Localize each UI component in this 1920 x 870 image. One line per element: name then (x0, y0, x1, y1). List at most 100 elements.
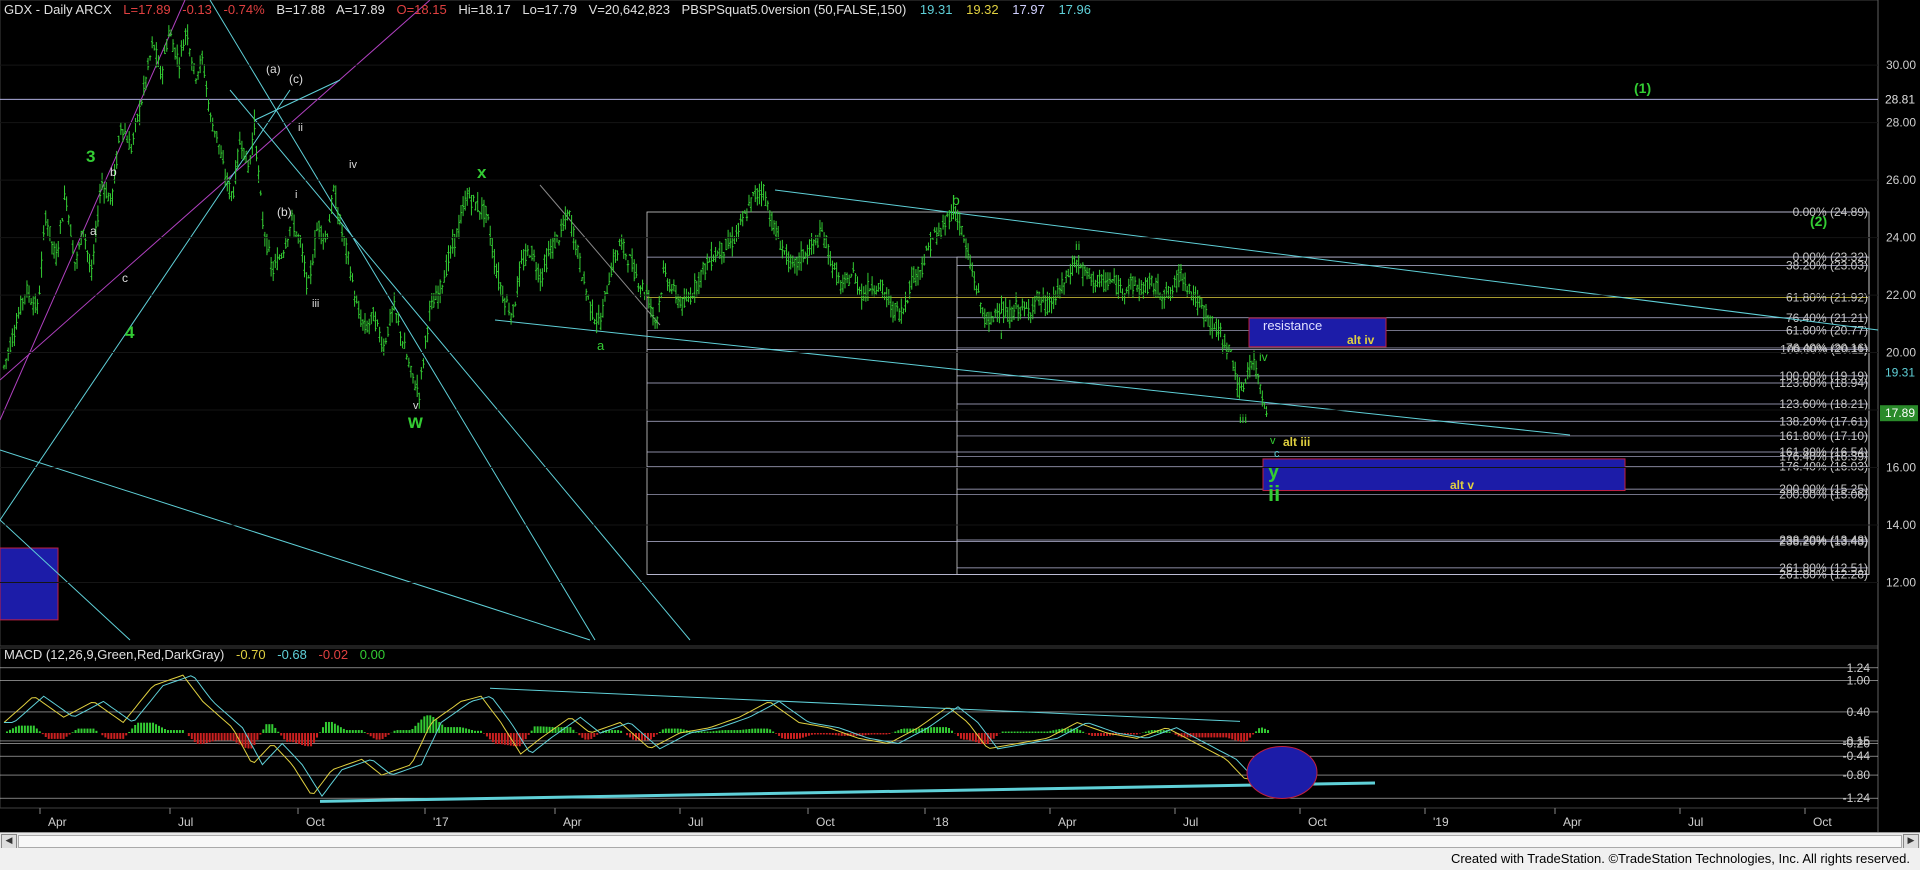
wave-label: c (122, 271, 128, 285)
fib-label: 138.20% (17.61) (1779, 414, 1868, 428)
wave-label: 4 (125, 323, 135, 342)
wave-label: iii (1239, 412, 1247, 426)
wave-label: ii (1075, 239, 1080, 253)
time-tick-label: Apr (48, 815, 67, 829)
wave-label: i (295, 189, 297, 201)
header-study: PBSPSquat5.0version (50,FALSE,150) (682, 2, 907, 17)
fib-label: 61.80% (21.92) (1786, 290, 1868, 304)
wave-label: i (1000, 328, 1003, 342)
price-tick-label: 20.00 (1886, 346, 1916, 360)
macd-value-3: -0.02 (319, 647, 349, 662)
macd-header: MACD (12,26,9,Green,Red,DarkGray) -0.70 … (4, 647, 385, 662)
time-tick-label: Oct (816, 815, 835, 829)
chart-header: GDX - Daily ARCX L=17.89 -0.13 -0.74% B=… (4, 2, 1091, 17)
header-change: -0.13 (182, 2, 212, 17)
wave-label: iv (349, 159, 357, 171)
wave-label: (b) (277, 205, 292, 219)
macd-label: MACD (12,26,9,Green,Red,DarkGray) (4, 647, 224, 662)
alt-iv-label: alt iv (1347, 333, 1375, 347)
price-tick-label: 16.00 (1886, 461, 1916, 475)
time-tick-label: Oct (1308, 815, 1327, 829)
credit-text: Created with TradeStation. ©TradeStation… (1450, 851, 1910, 866)
study-value-3: 17.97 (1012, 2, 1045, 17)
left-box (0, 547, 59, 621)
time-tick-label: Jul (1688, 815, 1703, 829)
alt-iii-label: alt iii (1283, 435, 1310, 449)
header-high: Hi=18.17 (458, 2, 510, 17)
header-symbol: GDX - Daily ARCX (4, 2, 112, 17)
scroll-left-icon[interactable]: ◀ (1, 834, 17, 849)
time-tick-label: Apr (563, 815, 582, 829)
fib-label: 238.20% (13.43) (1779, 534, 1868, 548)
fib-label: 200.00% (15.06) (1779, 488, 1868, 502)
wave-label: (2) (1810, 213, 1827, 229)
scroll-thumb[interactable] (18, 835, 1902, 848)
wave-label: a (90, 224, 97, 238)
fib-label: 261.80% (12.28) (1779, 567, 1868, 581)
resistance-label: resistance (1263, 318, 1322, 333)
macd-value-4: 0.00 (360, 647, 385, 662)
wave-label: (a) (266, 62, 281, 76)
time-tick-label: Oct (306, 815, 325, 829)
fib-label: 100.00% (20.11) (1780, 342, 1868, 356)
wave-label: (1) (1634, 80, 1651, 96)
alt-v-label: alt v (1450, 478, 1474, 492)
header-low: Lo=17.79 (522, 2, 577, 17)
header-bid: B=17.88 (276, 2, 325, 17)
price-chart[interactable]: 0.00% (24.89)0.00% (23.32)38.20% (23.03)… (0, 0, 1920, 870)
time-tick-label: '18 (933, 815, 949, 829)
time-tick-label: Jul (1183, 815, 1198, 829)
fib-label: 123.60% (18.21) (1779, 397, 1868, 411)
time-tick-label: Jul (688, 815, 703, 829)
macd-value-1: -0.70 (236, 647, 266, 662)
wave-label: w (407, 412, 423, 433)
header-change-pct: -0.74% (224, 2, 266, 17)
price-tick-label: 22.00 (1886, 288, 1916, 302)
support-box (1262, 458, 1626, 492)
scroll-right-icon[interactable]: ▶ (1903, 834, 1919, 849)
horizontal-scrollbar[interactable]: ◀ ▶ (0, 832, 1920, 849)
fib-label: 61.80% (20.77) (1786, 323, 1868, 337)
time-tick-label: Oct (1813, 815, 1832, 829)
macd-tick-label: -1.24 (1843, 791, 1871, 805)
macd-tick-label: 0.40 (1847, 705, 1871, 719)
wave-label: ii (298, 122, 303, 134)
fib-label: 38.20% (23.03) (1786, 258, 1868, 272)
price-tick-label: 26.00 (1886, 173, 1916, 187)
wave-label: iii (312, 298, 319, 310)
price-tick-label: 28.00 (1886, 116, 1916, 130)
fib-label: 161.80% (17.10) (1779, 429, 1868, 443)
side-price-label: 19.31 (1885, 365, 1915, 379)
macd-tick-label: -0.80 (1843, 768, 1871, 782)
header-ask: A=17.89 (336, 2, 385, 17)
time-tick-label: '17 (433, 815, 449, 829)
fib-label: 176.40% (16.03) (1779, 460, 1868, 474)
side-price-label: 28.81 (1885, 92, 1915, 106)
wave-label: v (1270, 435, 1276, 447)
macd-value-2: -0.68 (277, 647, 307, 662)
macd-tick-label: 1.00 (1847, 673, 1871, 687)
wave-label: y (1268, 461, 1280, 483)
study-value-2: 19.32 (966, 2, 999, 17)
time-tick-label: Apr (1058, 815, 1077, 829)
price-tick-label: 12.00 (1886, 576, 1916, 590)
header-volume: V=20,642,823 (589, 2, 670, 17)
wave-label: c (1274, 448, 1280, 460)
wave-label: a (597, 338, 605, 353)
wave-label: (c) (289, 72, 303, 86)
fib-label: 123.60% (18.94) (1779, 376, 1868, 390)
wave-label: x (477, 163, 487, 182)
header-open: O=18.15 (396, 2, 446, 17)
wave-label: ii (1268, 481, 1280, 506)
side-price-label: 17.89 (1885, 406, 1915, 420)
macd-tick-label: -0.44 (1843, 749, 1871, 763)
price-tick-label: 30.00 (1886, 58, 1916, 72)
time-tick-label: Jul (178, 815, 193, 829)
header-last: L=17.89 (123, 2, 170, 17)
wave-label: 3 (86, 147, 95, 166)
wave-label: b (952, 192, 960, 208)
time-tick-label: '19 (1433, 815, 1449, 829)
time-tick-label: Apr (1563, 815, 1582, 829)
wave-label: b (110, 165, 117, 179)
study-value-1: 19.31 (920, 2, 953, 17)
